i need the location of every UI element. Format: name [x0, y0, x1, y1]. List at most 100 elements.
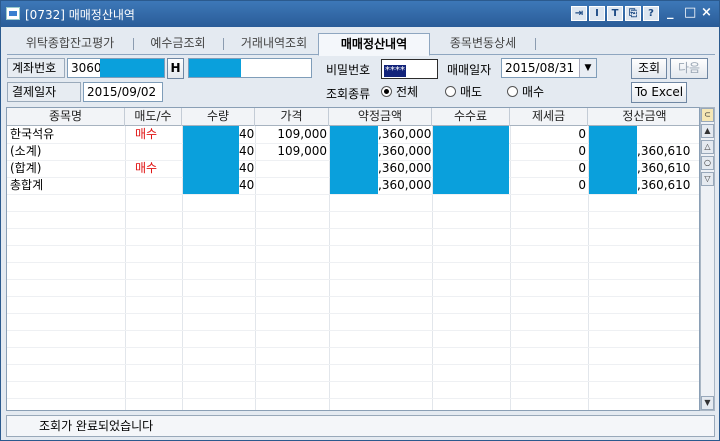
redacted-quantity	[183, 126, 239, 194]
col-side[interactable]: 매도/수	[125, 108, 182, 126]
vertical-scrollbar[interactable]: ⊂ ▲ △ ○ ▽ ▼	[700, 107, 715, 411]
lock-icon[interactable]: ⊂	[701, 108, 714, 122]
grid-row-line	[7, 330, 699, 331]
password-mask: ****	[384, 65, 406, 77]
row3-tax: 0	[578, 161, 586, 175]
radio-checked-icon	[381, 86, 392, 97]
row2-settle: ,360,610	[637, 144, 691, 158]
link-icon[interactable]: ⇥	[571, 6, 587, 21]
col-quantity[interactable]: 수량	[182, 108, 255, 126]
settle-date-field: 2015/09/02	[83, 82, 163, 102]
redacted-settlement	[589, 126, 637, 194]
col-contract-amount[interactable]: 약정금액	[329, 108, 432, 126]
row1-amount: ,360,000	[378, 127, 432, 141]
redacted-account	[100, 59, 164, 77]
grid-row-line	[7, 296, 699, 297]
scroll-top-icon[interactable]: ▲	[701, 124, 714, 138]
grid-row-line	[7, 262, 699, 263]
row1-qty: 40	[239, 127, 255, 141]
status-bar: 조회가 완료되었습니다	[6, 415, 715, 437]
tab-strip: 위탁종합잔고평가 예수금조회 거래내역조회 매매정산내역 종목변동상세	[7, 33, 715, 56]
copy-icon[interactable]: ⎘	[625, 6, 641, 21]
grid-row-line	[7, 313, 699, 314]
row3-side: 매수	[135, 161, 158, 175]
radio-sell[interactable]: 매도	[445, 83, 482, 100]
grid-row-line	[7, 211, 699, 212]
table-header: 종목명 매도/수 수량 가격 약정금액 수수료 제세금 정산금액	[7, 108, 699, 126]
toolbar-buttons: ⇥ I T ⎘ ?	[571, 6, 659, 21]
col-price[interactable]: 가격	[255, 108, 329, 126]
radio-sell-label: 매도	[460, 85, 483, 99]
grid-row-line	[7, 398, 699, 399]
app-icon	[6, 7, 20, 20]
row2-price: 109,000	[277, 144, 327, 158]
row4-amount: ,360,000	[378, 178, 432, 192]
title-bar: [0732] 매매정산내역 ⇥ I T ⎘ ? _ □ ×	[1, 1, 719, 27]
redacted-account-name	[189, 59, 241, 77]
row2-name[interactable]: (소계)	[10, 143, 41, 160]
row1-price: 109,000	[277, 127, 327, 141]
settlement-table: 종목명 매도/수 수량 가격 약정금액 수수료 제세금 정산금액 한국석유 매수…	[6, 107, 700, 411]
row4-tax: 0	[578, 178, 586, 192]
row2-tax: 0	[578, 144, 586, 158]
grid-row-line	[7, 279, 699, 280]
chevron-down-icon[interactable]: ▼	[579, 59, 596, 77]
close-icon[interactable]: ×	[701, 5, 712, 20]
redacted-commission	[433, 126, 509, 194]
col-tax[interactable]: 제세금	[510, 108, 588, 126]
next-button[interactable]: 다음	[670, 58, 708, 79]
grid-row-line	[7, 347, 699, 348]
row1-name[interactable]: 한국석유	[10, 126, 54, 143]
scroll-circle-icon[interactable]: ○	[701, 156, 714, 170]
row4-qty: 40	[239, 178, 255, 192]
row1-side: 매수	[135, 127, 158, 141]
minimize-icon[interactable]: _	[667, 5, 674, 20]
radio-buy-label: 매수	[522, 85, 545, 99]
radio-unchecked-icon	[445, 86, 456, 97]
scroll-down-icon[interactable]: ▽	[701, 172, 714, 186]
trade-date-value: 2015/08/31	[505, 61, 575, 75]
row3-name[interactable]: (합계)	[10, 160, 41, 177]
radio-unchecked-icon	[507, 86, 518, 97]
tab-deposit[interactable]: 예수금조회	[137, 33, 219, 55]
query-type-label: 조회종류	[326, 87, 371, 101]
maximize-icon[interactable]: □	[684, 5, 696, 20]
grid-row-line	[7, 194, 699, 195]
tab-transactions[interactable]: 거래내역조회	[227, 33, 321, 55]
to-excel-button[interactable]: To Excel	[631, 82, 687, 103]
query-button[interactable]: 조회	[631, 58, 667, 79]
row2-amount: ,360,000	[378, 144, 432, 158]
grid-row-line	[7, 245, 699, 246]
password-label: 비밀번호	[326, 63, 371, 77]
row3-settle: ,360,610	[637, 161, 691, 175]
account-lookup-button[interactable]: H	[167, 58, 184, 79]
text-icon[interactable]: T	[607, 6, 623, 21]
grid-row-line	[7, 228, 699, 229]
row4-name[interactable]: 총합계	[10, 177, 43, 194]
tab-trade-settlement[interactable]: 매매정산내역	[318, 33, 430, 56]
window-title: [0732] 매매정산내역	[25, 8, 135, 22]
scroll-bottom-icon[interactable]: ▼	[701, 396, 714, 410]
row3-amount: ,360,000	[378, 161, 432, 175]
info-icon[interactable]: I	[589, 6, 605, 21]
radio-all[interactable]: 전체	[381, 83, 418, 100]
password-input[interactable]: ****	[381, 59, 438, 79]
grid-row-line	[7, 364, 699, 365]
scroll-up-icon[interactable]: △	[701, 140, 714, 154]
account-label: 계좌번호	[7, 58, 65, 78]
main-window: [0732] 매매정산내역 ⇥ I T ⎘ ? _ □ × 위탁종합잔고평가 예…	[0, 0, 720, 441]
grid-row-line	[7, 381, 699, 382]
tab-stock-detail[interactable]: 종목변동상세	[434, 33, 532, 55]
trade-date-select[interactable]: 2015/08/31 ▼	[501, 58, 597, 78]
col-stock-name[interactable]: 종목명	[7, 108, 125, 126]
redacted-amount	[330, 126, 378, 194]
trade-date-label: 매매일자	[447, 63, 492, 77]
radio-all-label: 전체	[396, 85, 419, 99]
row3-qty: 40	[239, 161, 255, 175]
col-settlement-amount[interactable]: 정산금액	[588, 108, 699, 126]
tab-balance-eval[interactable]: 위탁종합잔고평가	[11, 33, 129, 55]
radio-buy[interactable]: 매수	[507, 83, 544, 100]
col-commission[interactable]: 수수료	[432, 108, 510, 126]
help-icon[interactable]: ?	[643, 6, 659, 21]
row2-qty: 40	[239, 144, 255, 158]
